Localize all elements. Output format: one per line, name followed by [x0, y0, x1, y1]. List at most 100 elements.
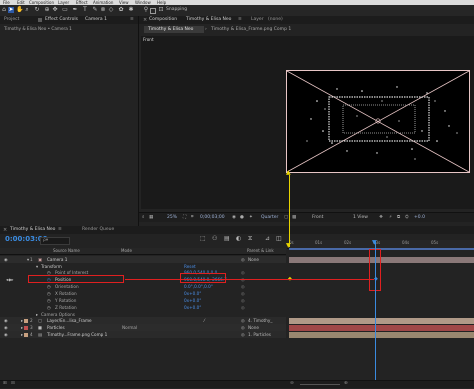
work-area-bar[interactable]	[289, 248, 474, 250]
visibility-eye-icon[interactable]: ◉	[4, 318, 8, 323]
timeline-icon[interactable]: ⧉	[397, 215, 400, 221]
property-z-rotation[interactable]: ◷ Z Rotation 0x+0.0° ◎	[0, 304, 286, 311]
pen-tool-icon[interactable]: ✒	[72, 7, 78, 13]
menu-composition[interactable]: Composition	[29, 0, 54, 5]
stopwatch-icon[interactable]: ◷	[47, 298, 51, 303]
grid-icon[interactable]: ▦	[149, 215, 153, 221]
tab-effect-controls[interactable]: Effect Controls	[45, 16, 78, 24]
motion-blur-icon[interactable]: ◐	[236, 236, 241, 242]
col-mode[interactable]: Mode	[121, 249, 132, 253]
resolution-select[interactable]: Quarter	[261, 215, 278, 221]
parent-pickwhip-icon[interactable]: ◎	[241, 325, 245, 330]
label-color-swatch[interactable]	[24, 332, 28, 337]
graph-editor-icon[interactable]: ⧖	[248, 236, 252, 242]
stopwatch-icon[interactable]: ◷	[47, 284, 51, 289]
expand-arrow-icon[interactable]: ▸	[21, 318, 23, 323]
draft-3d-toggle-icon[interactable]: ⬚	[200, 236, 206, 242]
layer-name[interactable]: Camera 1	[47, 257, 67, 262]
solo-icon[interactable]: ◫	[276, 236, 282, 242]
exposure-offset[interactable]: +0.0	[414, 215, 425, 221]
expression-pickwhip-icon[interactable]: ◎	[241, 298, 245, 303]
parent-pickwhip-icon[interactable]: ◎	[241, 318, 245, 323]
fast-preview-icon[interactable]: ⚡	[389, 215, 392, 221]
roi-icon[interactable]: ▢	[284, 215, 288, 221]
toggle-switches-icon[interactable]: ⊞	[3, 381, 7, 387]
type-tool-icon[interactable]: T	[82, 7, 88, 13]
rotate-tool-icon[interactable]: ↻	[34, 7, 40, 13]
label-color-swatch[interactable]	[24, 325, 28, 330]
flowchart-icon[interactable]: ⛭	[405, 215, 409, 221]
subtab-active[interactable]: Timothy & Elisa Neo	[144, 26, 204, 33]
toggle-modes-icon[interactable]: ⊟	[11, 381, 15, 387]
parent-select[interactable]: None	[248, 325, 259, 330]
views-select[interactable]: 1 View	[353, 215, 368, 221]
menu-effect[interactable]: Effect	[76, 0, 88, 5]
keyframe-nav-icon[interactable]: ◂◆▸	[6, 277, 13, 282]
selection-tool-icon[interactable]: ➤	[8, 7, 14, 13]
menu-layer[interactable]: Layer	[58, 0, 69, 5]
close-icon[interactable]: ×	[143, 16, 147, 24]
property-value[interactable]: 0x+0.0°	[184, 291, 201, 296]
roto-tool-icon[interactable]: ✿	[118, 7, 124, 13]
shy-layers-icon[interactable]: ⚇	[212, 236, 217, 242]
expression-pickwhip-icon[interactable]: ◎	[241, 284, 245, 289]
property-value[interactable]: 0x+0.0°	[184, 305, 201, 310]
visibility-eye-icon[interactable]: ◉	[4, 332, 8, 337]
stopwatch-icon[interactable]: ◷	[47, 305, 51, 310]
layer-name[interactable]: Layer/En...lisa_Frame	[47, 318, 92, 323]
snapping-checkbox[interactable]	[150, 8, 156, 14]
property-value[interactable]: 0x+0.0°	[184, 298, 201, 303]
track-emitter[interactable]	[289, 318, 474, 324]
lock-icon[interactable]	[38, 18, 42, 22]
snapshot-icon[interactable]: ◉	[232, 215, 236, 221]
property-x-rotation[interactable]: ◷ X Rotation 0x+0.0° ◎	[0, 290, 286, 297]
tab-layer[interactable]: Layer	[251, 16, 264, 24]
blend-mode-select[interactable]: Normal	[122, 325, 137, 330]
expand-arrow-icon[interactable]: ▸	[21, 325, 23, 330]
show-channel-icon[interactable]: ●	[240, 215, 244, 221]
menu-animation[interactable]: Animation	[93, 0, 113, 5]
parent-select[interactable]: 4. Timothy_	[248, 318, 272, 323]
layer-row-frame-comp[interactable]: ◉ ▸ 4 ▤ Timothy...Frame.png Comp 1 ◎ 1. …	[0, 331, 286, 338]
track-particles[interactable]	[289, 325, 474, 331]
menu-window[interactable]: Window	[135, 0, 151, 5]
zoom-select[interactable]: 25%	[167, 215, 177, 221]
zoom-slider[interactable]	[300, 384, 340, 385]
layer-name[interactable]: Timothy...Frame.png Comp 1	[47, 332, 107, 337]
parent-pickwhip-icon[interactable]: ◎	[241, 332, 245, 337]
tab-effect-target[interactable]: Camera 1	[85, 16, 107, 24]
timeline-search-input[interactable]: ρ▾	[40, 237, 70, 245]
draft-3d-icon[interactable]: ❖	[379, 215, 383, 221]
col-parent[interactable]: Parent & Link	[247, 249, 274, 253]
home-icon[interactable]: ⌂	[1, 7, 7, 13]
tab-composition[interactable]: Composition	[149, 16, 177, 24]
expand-arrow-icon[interactable]: ▸	[21, 332, 23, 337]
parent-pickwhip-icon[interactable]: ◎	[241, 257, 245, 262]
tab-project[interactable]: Project	[4, 16, 19, 24]
col-source-name[interactable]: Source Name	[53, 249, 80, 253]
tab-render-queue[interactable]: Render Queue	[82, 226, 114, 234]
parent-select[interactable]: 1. Particles	[248, 332, 271, 337]
fit-icon[interactable]: ⛶	[183, 215, 186, 221]
rectangle-tool-icon[interactable]: ▭	[62, 7, 68, 13]
layer-row-camera[interactable]: ◉ ▾ 1 ▣ Camera 1 ◎ None	[0, 256, 286, 263]
expression-pickwhip-icon[interactable]: ◎	[241, 305, 245, 310]
stopwatch-icon[interactable]: ◷	[47, 291, 51, 296]
label-color-swatch[interactable]	[24, 318, 28, 323]
magnifier-icon[interactable]: ⌕	[142, 215, 145, 221]
switch-icon[interactable]: ⁄	[204, 318, 205, 323]
parent-select[interactable]: None	[248, 257, 259, 262]
tab-layer-value[interactable]: (none)	[268, 16, 283, 24]
hand-tool-icon[interactable]: ✋	[16, 7, 23, 13]
tab-composition-name[interactable]: Timothy & Elisa Neo	[186, 16, 231, 24]
playhead-handle-icon[interactable]: ▼	[372, 240, 377, 246]
eraser-tool-icon[interactable]: ◇	[108, 7, 114, 13]
property-value[interactable]: 0.0°,0.0°,0.0°	[184, 284, 213, 289]
pin-icon[interactable]: ⚲	[143, 7, 149, 13]
menu-view[interactable]: View	[119, 0, 129, 5]
visibility-eye-icon[interactable]: ◉	[4, 257, 8, 262]
zoom-out-icon[interactable]: ⊖	[290, 381, 294, 387]
panel-menu-icon[interactable]: ≡	[238, 16, 242, 24]
expand-arrow-icon[interactable]: ▾	[27, 257, 29, 262]
layer-name[interactable]: Particles	[47, 325, 65, 330]
